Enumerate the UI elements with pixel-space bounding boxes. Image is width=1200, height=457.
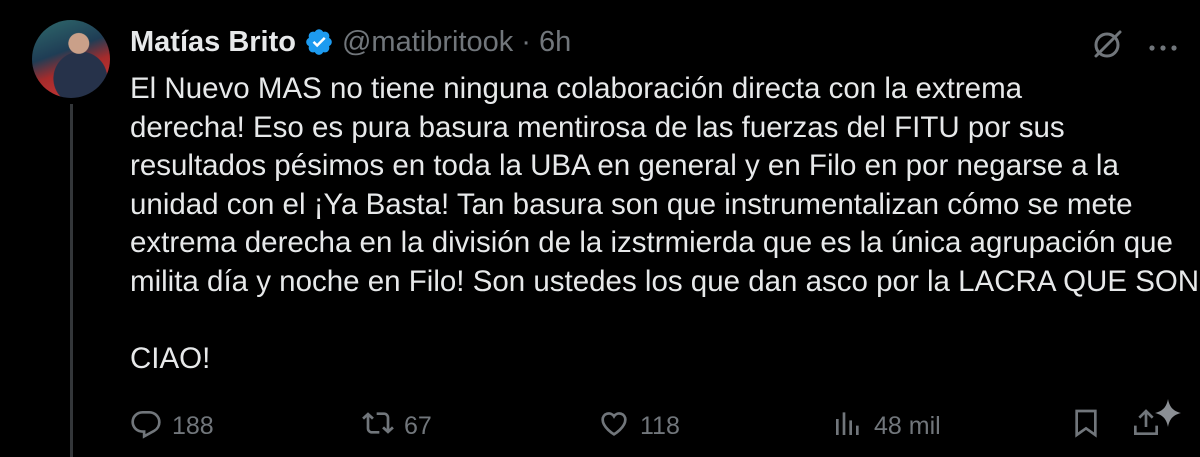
header-separator: · xyxy=(521,25,531,58)
bookmark-icon xyxy=(1070,407,1102,446)
tweet-header: Matías Brito @matibritook · 6h xyxy=(130,22,571,62)
author-handle[interactable]: @matibritook xyxy=(342,26,513,59)
tweet[interactable]: Matías Brito @matibritook · 6h El Nuevo … xyxy=(0,0,1200,457)
views-icon xyxy=(832,407,864,446)
grok-icon[interactable] xyxy=(1090,28,1124,62)
reply-count: 188 xyxy=(172,411,214,440)
views-button[interactable]: 48 mil xyxy=(832,406,941,446)
sparkle-icon xyxy=(1146,395,1190,439)
tweet-line: milita día y noche en Filo! Son ustedes … xyxy=(130,264,1200,298)
tweet-line: extrema derecha en la división de la izs… xyxy=(130,226,1173,259)
like-button[interactable]: 118 xyxy=(598,406,680,446)
tweet-line: derecha! Eso es pura basura mentirosa de… xyxy=(130,110,1065,144)
verified-badge-icon xyxy=(304,27,334,57)
tweet-line: El Nuevo MAS no tiene ninguna colaboraci… xyxy=(130,72,1023,105)
heart-icon xyxy=(598,407,630,446)
tweet-line: unidad con el ¡Ya Basta! Tan basura son … xyxy=(130,187,1133,221)
thread-line xyxy=(70,104,73,457)
avatar[interactable] xyxy=(32,20,110,98)
tweet-closing: CIAO! xyxy=(130,341,211,375)
tweet-line: resultados pésimos en toda la UBA en gen… xyxy=(130,149,1119,182)
bookmark-button[interactable] xyxy=(1070,406,1102,446)
tweet-text: El Nuevo MAS no tiene ninguna colaboraci… xyxy=(130,70,1200,378)
action-bar: 188 67 118 48 mil xyxy=(130,406,1200,446)
repost-count: 67 xyxy=(404,411,432,440)
like-count: 118 xyxy=(640,411,680,440)
views-count: 48 mil xyxy=(874,411,941,440)
reply-icon xyxy=(130,407,162,446)
tweet-timestamp[interactable]: 6h xyxy=(539,26,571,59)
more-icon[interactable] xyxy=(1148,40,1178,51)
reply-button[interactable]: 188 xyxy=(130,406,214,446)
repost-button[interactable]: 67 xyxy=(362,406,432,446)
author-name[interactable]: Matías Brito xyxy=(130,26,296,59)
repost-icon xyxy=(362,407,394,446)
